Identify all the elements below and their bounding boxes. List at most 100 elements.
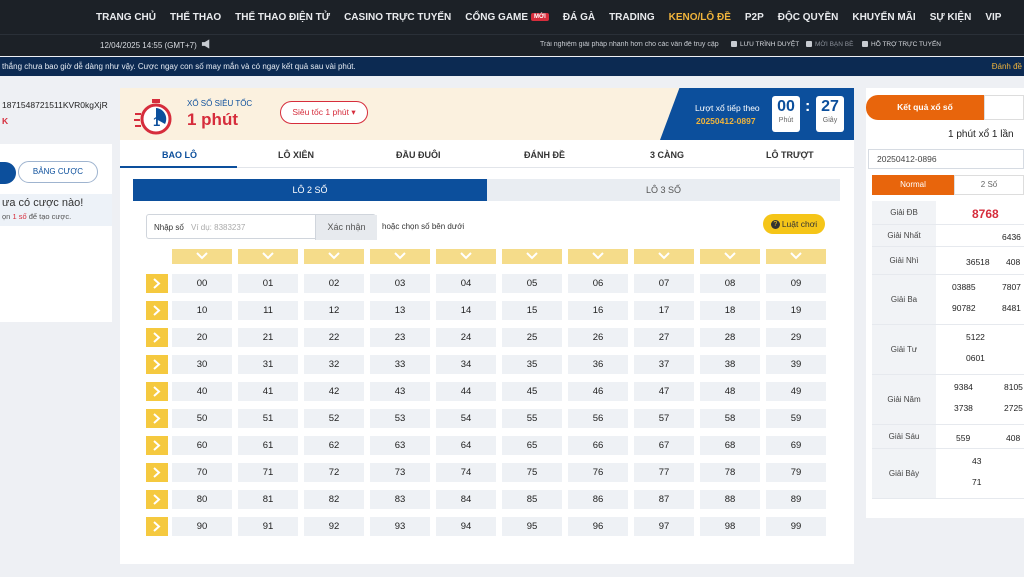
number-cell[interactable]: 15: [502, 301, 562, 320]
column-select-button[interactable]: [766, 249, 826, 264]
number-cell[interactable]: 07: [634, 274, 694, 293]
tab-0[interactable]: BAO LÔ: [162, 150, 197, 160]
number-cell[interactable]: 10: [172, 301, 232, 320]
number-cell[interactable]: 42: [304, 382, 364, 401]
number-cell[interactable]: 84: [436, 490, 496, 509]
number-cell[interactable]: 38: [700, 355, 760, 374]
column-select-button[interactable]: [370, 249, 430, 264]
number-cell[interactable]: 72: [304, 463, 364, 482]
number-cell[interactable]: 09: [766, 274, 826, 293]
number-cell[interactable]: 86: [568, 490, 628, 509]
bet-table-tab[interactable]: BẢNG CƯỢC: [18, 161, 98, 183]
support-link[interactable]: HỖ TRỢ TRỰC TUYẾN: [862, 41, 941, 48]
number-cell[interactable]: 51: [238, 409, 298, 428]
nav-item-8[interactable]: P2P: [745, 12, 764, 23]
number-cell[interactable]: 75: [502, 463, 562, 482]
number-cell[interactable]: 93: [370, 517, 430, 536]
confirm-button[interactable]: Xác nhận: [315, 215, 377, 240]
number-cell[interactable]: 06: [568, 274, 628, 293]
column-select-button[interactable]: [568, 249, 628, 264]
number-cell[interactable]: 14: [436, 301, 496, 320]
number-cell[interactable]: 05: [502, 274, 562, 293]
save-browser-link[interactable]: LƯU TRÌNH DUYỆT: [731, 41, 799, 48]
number-cell[interactable]: 73: [370, 463, 430, 482]
number-cell[interactable]: 68: [700, 436, 760, 455]
number-cell[interactable]: 76: [568, 463, 628, 482]
number-cell[interactable]: 59: [766, 409, 826, 428]
number-cell[interactable]: 78: [700, 463, 760, 482]
number-cell[interactable]: 79: [766, 463, 826, 482]
number-cell[interactable]: 49: [766, 382, 826, 401]
number-cell[interactable]: 48: [700, 382, 760, 401]
number-cell[interactable]: 29: [766, 328, 826, 347]
number-cell[interactable]: 95: [502, 517, 562, 536]
number-cell[interactable]: 81: [238, 490, 298, 509]
nav-item-12[interactable]: VIP: [985, 12, 1001, 23]
row-select-button[interactable]: [146, 517, 168, 536]
number-input[interactable]: Nhập số Ví dụ: 8383237 Xác nhận: [146, 214, 377, 240]
tab-4[interactable]: 3 CÀNG: [650, 150, 684, 160]
tab-3[interactable]: ĐÁNH ĐỀ: [524, 150, 565, 160]
number-cell[interactable]: 90: [172, 517, 232, 536]
number-cell[interactable]: 50: [172, 409, 232, 428]
number-cell[interactable]: 03: [370, 274, 430, 293]
number-cell[interactable]: 74: [436, 463, 496, 482]
rules-button[interactable]: ? Luật chơi: [763, 214, 825, 234]
number-cell[interactable]: 30: [172, 355, 232, 374]
number-cell[interactable]: 66: [568, 436, 628, 455]
number-cell[interactable]: 67: [634, 436, 694, 455]
column-select-button[interactable]: [634, 249, 694, 264]
nav-item-2[interactable]: THỂ THAO ĐIỆN TỬ: [235, 12, 330, 23]
row-select-button[interactable]: [146, 301, 168, 320]
number-cell[interactable]: 33: [370, 355, 430, 374]
number-cell[interactable]: 77: [634, 463, 694, 482]
nav-item-5[interactable]: ĐÁ GÀ: [563, 12, 595, 23]
tab-2[interactable]: ĐẦU ĐUÔI: [396, 150, 441, 160]
number-cell[interactable]: 91: [238, 517, 298, 536]
tab-lo-2-so[interactable]: LÔ 2 SỐ: [133, 179, 487, 201]
number-cell[interactable]: 65: [502, 436, 562, 455]
number-cell[interactable]: 89: [766, 490, 826, 509]
number-cell[interactable]: 22: [304, 328, 364, 347]
row-select-button[interactable]: [146, 382, 168, 401]
number-cell[interactable]: 44: [436, 382, 496, 401]
number-cell[interactable]: 32: [304, 355, 364, 374]
number-cell[interactable]: 69: [766, 436, 826, 455]
nav-item-6[interactable]: TRADING: [609, 12, 655, 23]
number-cell[interactable]: 63: [370, 436, 430, 455]
number-cell[interactable]: 71: [238, 463, 298, 482]
number-cell[interactable]: 94: [436, 517, 496, 536]
draw-id-select[interactable]: 20250412-0896: [868, 149, 1024, 169]
number-cell[interactable]: 60: [172, 436, 232, 455]
number-cell[interactable]: 56: [568, 409, 628, 428]
number-cell[interactable]: 00: [172, 274, 232, 293]
column-select-button[interactable]: [238, 249, 298, 264]
number-cell[interactable]: 64: [436, 436, 496, 455]
number-cell[interactable]: 27: [634, 328, 694, 347]
number-cell[interactable]: 35: [502, 355, 562, 374]
row-select-button[interactable]: [146, 436, 168, 455]
row-select-button[interactable]: [146, 274, 168, 293]
row-select-button[interactable]: [146, 463, 168, 482]
speed-select[interactable]: Siêu tốc 1 phút ▾: [280, 101, 368, 124]
nav-item-9[interactable]: ĐỘC QUYỀN: [778, 12, 839, 23]
number-cell[interactable]: 13: [370, 301, 430, 320]
number-cell[interactable]: 08: [700, 274, 760, 293]
number-cell[interactable]: 46: [568, 382, 628, 401]
column-select-button[interactable]: [172, 249, 232, 264]
number-cell[interactable]: 96: [568, 517, 628, 536]
number-cell[interactable]: 28: [700, 328, 760, 347]
number-cell[interactable]: 25: [502, 328, 562, 347]
number-cell[interactable]: 88: [700, 490, 760, 509]
number-cell[interactable]: 23: [370, 328, 430, 347]
number-cell[interactable]: 12: [304, 301, 364, 320]
number-cell[interactable]: 11: [238, 301, 298, 320]
number-cell[interactable]: 36: [568, 355, 628, 374]
number-cell[interactable]: 92: [304, 517, 364, 536]
number-cell[interactable]: 61: [238, 436, 298, 455]
column-select-button[interactable]: [304, 249, 364, 264]
row-select-button[interactable]: [146, 409, 168, 428]
nav-item-0[interactable]: TRANG CHỦ: [96, 12, 156, 23]
number-cell[interactable]: 41: [238, 382, 298, 401]
number-cell[interactable]: 02: [304, 274, 364, 293]
